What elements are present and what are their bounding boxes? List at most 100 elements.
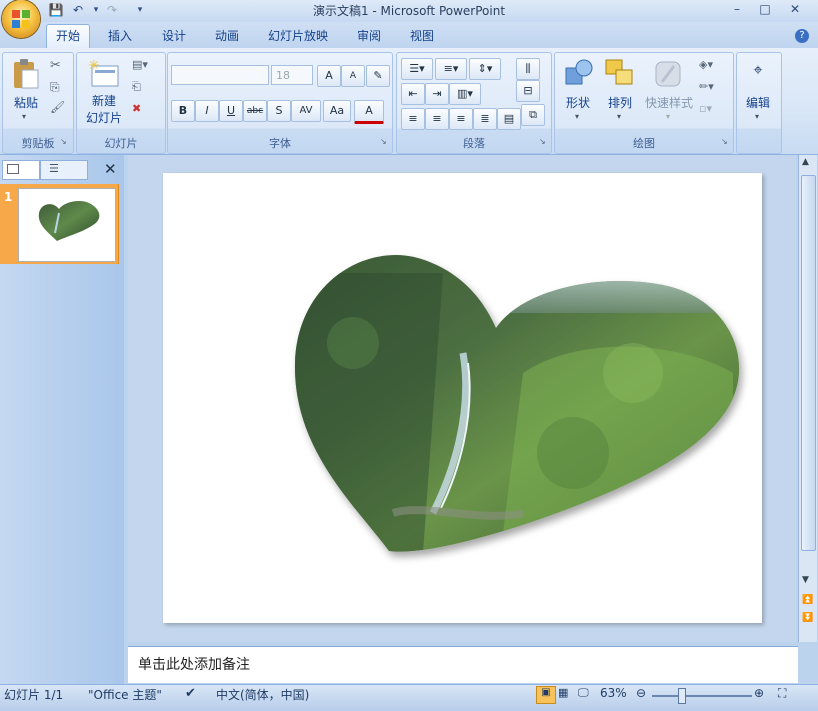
tab-slides[interactable]	[2, 160, 40, 180]
increase-indent-icon[interactable]: ⇥	[425, 83, 449, 105]
zoom-in-icon[interactable]: ⊕	[754, 686, 764, 700]
cut-icon[interactable]: ✂	[50, 58, 61, 73]
binoculars-icon: ⌖	[753, 60, 763, 79]
slides-tab-icon	[7, 164, 19, 174]
fit-to-window-icon[interactable]: ⛶	[778, 686, 786, 701]
paragraph-group-label: 段落	[463, 137, 485, 150]
text-direction-icon[interactable]: ⫼	[516, 58, 540, 80]
previous-slide-icon[interactable]: ⏫	[802, 595, 813, 605]
format-painter-icon[interactable]: 🖌	[50, 100, 65, 114]
zoom-out-icon[interactable]: ⊖	[636, 686, 646, 700]
vertical-scrollbar[interactable]: ▲ ▼ ⏫ ⏬	[798, 155, 817, 642]
bold-button[interactable]: B	[171, 100, 195, 122]
shape-fill-icon[interactable]: ◈▾	[699, 58, 713, 71]
reset-slide-icon[interactable]: ⎗	[132, 80, 141, 94]
scroll-down-icon[interactable]: ▼	[802, 575, 809, 585]
drawing-launcher-icon[interactable]: ↘	[721, 137, 728, 146]
slides-group-label: 幻灯片	[104, 137, 138, 150]
slide-thumbnail[interactable]	[18, 188, 116, 262]
office-logo-icon	[12, 10, 30, 28]
tab-review[interactable]: 审阅	[348, 26, 390, 46]
heart-picture[interactable]	[163, 173, 762, 623]
shrink-font-button[interactable]: A	[341, 65, 365, 87]
notes-placeholder[interactable]: 单击此处添加备注	[138, 654, 250, 674]
shape-outline-icon[interactable]: ✏▾	[699, 80, 714, 93]
scroll-thumb[interactable]	[801, 175, 816, 551]
language-indicator[interactable]: 中文(简体，中国)	[216, 686, 309, 703]
scroll-up-icon[interactable]: ▲	[802, 157, 809, 167]
tab-design[interactable]: 设计	[153, 26, 195, 46]
next-slide-icon[interactable]: ⏬	[802, 613, 813, 623]
columns-icon[interactable]: ▥▾	[449, 83, 481, 105]
tab-view[interactable]: 视图	[401, 26, 443, 46]
normal-view-icon[interactable]: ▣	[536, 686, 556, 704]
arrange-button[interactable]: 排列 ▾	[600, 56, 640, 126]
close-button[interactable]: ✕	[784, 1, 806, 17]
clipboard-launcher-icon[interactable]: ↘	[60, 137, 67, 146]
shadow-button[interactable]: S	[267, 100, 291, 122]
minimize-button[interactable]: –	[726, 1, 748, 17]
font-launcher-icon[interactable]: ↘	[380, 137, 387, 146]
italic-button[interactable]: I	[195, 100, 219, 122]
quick-styles-button[interactable]: 快速样式 ▾	[642, 56, 696, 126]
smartart-icon[interactable]: ⧉	[521, 104, 545, 126]
shapes-button[interactable]: 形状 ▾	[558, 56, 598, 126]
shapes-label: 形状	[565, 96, 590, 110]
slideshow-view-icon[interactable]: 🖵	[578, 686, 589, 700]
shape-effects-icon[interactable]: ▫▾	[699, 102, 712, 115]
copy-icon[interactable]: ⎘	[50, 80, 60, 95]
close-panel-icon[interactable]: ✕	[104, 160, 117, 178]
quick-styles-icon	[655, 61, 681, 87]
decrease-indent-icon[interactable]: ⇤	[401, 83, 425, 105]
char-spacing-button[interactable]: AV	[291, 100, 321, 122]
font-name-select[interactable]	[171, 65, 269, 85]
font-size-select[interactable]: 18	[271, 65, 313, 85]
justify-icon[interactable]: ≣	[473, 108, 497, 130]
distribute-icon[interactable]: ▤	[497, 108, 521, 130]
office-button[interactable]	[2, 0, 40, 38]
change-case-button[interactable]: Aa	[323, 100, 351, 122]
align-center-icon[interactable]: ≡	[425, 108, 449, 130]
slide-canvas[interactable]	[163, 173, 762, 623]
align-right-icon[interactable]: ≡	[449, 108, 473, 130]
line-spacing-icon[interactable]: ⇕▾	[469, 58, 501, 80]
tab-slideshow[interactable]: 幻灯片放映	[259, 26, 337, 46]
editing-dropdown-icon: ▾	[755, 112, 760, 121]
zoom-slider[interactable]	[652, 695, 752, 697]
underline-button[interactable]: U	[219, 100, 243, 122]
thumb-heart-image	[38, 201, 100, 241]
shapes-dropdown-icon: ▾	[575, 112, 580, 121]
paste-label: 粘贴	[13, 96, 38, 110]
align-text-icon[interactable]: ⊟	[516, 80, 540, 102]
paste-button[interactable]: 粘贴 ▾	[8, 56, 44, 126]
outline-tab-icon: ☰	[49, 162, 59, 175]
help-icon[interactable]: ?	[795, 29, 809, 43]
delete-slide-icon[interactable]: ✖	[132, 102, 141, 115]
drawing-group-label: 绘图	[633, 137, 655, 150]
paragraph-launcher-icon[interactable]: ↘	[539, 137, 546, 146]
maximize-button[interactable]: □	[754, 1, 776, 17]
zoom-level[interactable]: 63%	[600, 686, 627, 700]
spell-check-icon[interactable]: ✔	[185, 686, 196, 701]
new-slide-button[interactable]: ✳ 新建 幻灯片	[80, 56, 128, 128]
numbering-icon[interactable]: ≡▾	[435, 58, 467, 80]
font-group-label: 字体	[269, 137, 291, 150]
font-color-button[interactable]: A	[354, 100, 384, 124]
arrange-dropdown-icon: ▾	[617, 112, 622, 121]
zoom-slider-thumb[interactable]	[678, 688, 686, 704]
clear-format-icon[interactable]: ✎	[366, 65, 390, 87]
bullets-icon[interactable]: ☰▾	[401, 58, 433, 80]
editing-button[interactable]: ⌖ 编辑 ▾	[738, 56, 778, 126]
tab-outline[interactable]: ☰	[40, 160, 88, 180]
tab-animations[interactable]: 动画	[206, 26, 248, 46]
slide-sorter-icon[interactable]: ▦	[558, 686, 568, 699]
tab-insert[interactable]: 插入	[99, 26, 141, 46]
tab-home[interactable]: 开始	[46, 24, 91, 49]
strikethrough-button[interactable]: abc	[243, 100, 267, 122]
grow-font-button[interactable]: A	[317, 65, 341, 87]
arrange-icon	[605, 59, 633, 85]
layout-icon[interactable]: ▤▾	[132, 58, 148, 71]
align-left-icon[interactable]: ≡	[401, 108, 425, 130]
slide-counter: 幻灯片 1/1	[4, 688, 64, 702]
new-slide-label-1: 新建	[91, 94, 116, 108]
